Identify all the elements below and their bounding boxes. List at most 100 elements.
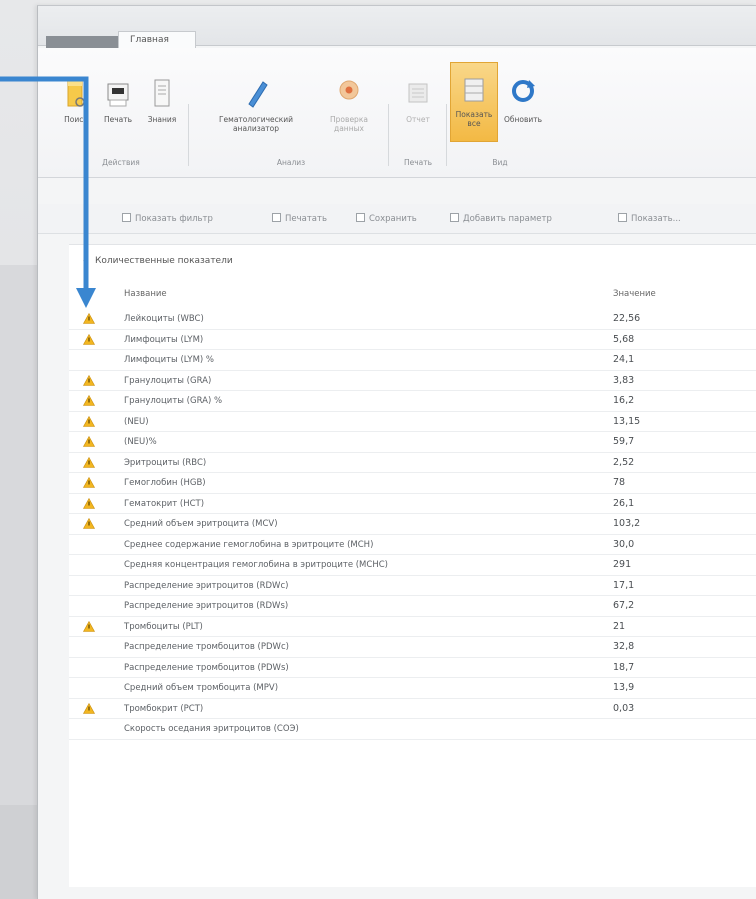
ribbon-separator xyxy=(188,104,189,166)
show-all-button[interactable]: Показать все xyxy=(450,62,498,142)
row-name: Эритроциты (RBC) xyxy=(124,457,207,468)
search-button[interactable]: Поиск xyxy=(56,76,96,125)
print-grid-label: Печатать xyxy=(285,214,327,224)
table-row[interactable]: Распределение тромбоцитов (PDWs) 18,7 xyxy=(69,658,756,678)
table-row[interactable]: Гранулоциты (GRA) % 16,2 xyxy=(69,391,756,412)
table-row[interactable]: Среднее содержание гемоглобина в эритроц… xyxy=(69,535,756,555)
warning-icon xyxy=(83,456,95,468)
hematology-analyzer-button[interactable]: Гематологический анализатор xyxy=(196,76,316,133)
print-grid-button[interactable]: Печатать xyxy=(272,213,327,224)
row-value: 13,9 xyxy=(613,682,635,693)
section-title: Количественные показатели xyxy=(95,256,233,266)
application-menu-tab[interactable] xyxy=(46,36,118,48)
row-value: 18,7 xyxy=(613,661,635,673)
warning-icon xyxy=(83,313,95,324)
table-row[interactable]: Лимфоциты (LYM) % 24,1 xyxy=(69,350,756,371)
save-label: Сохранить xyxy=(369,214,417,224)
table-row[interactable]: Тромбокрит (PCT) 0,03 xyxy=(69,699,756,719)
collapse-caret-icon[interactable]: ◂ xyxy=(83,256,87,265)
table-row[interactable]: (NEU) 13,15 xyxy=(69,412,756,432)
ribbon-tab-bar: Главная xyxy=(38,6,756,49)
column-header-value[interactable]: Значение xyxy=(613,289,656,299)
ribbon-separator xyxy=(388,104,389,166)
table-row[interactable]: Эритроциты (RBC) 2,52 xyxy=(69,453,756,473)
table-row[interactable]: Распределение эритроцитов (RDWc) 17,1 xyxy=(69,576,756,596)
warning-icon xyxy=(83,620,95,632)
folder-icon xyxy=(65,76,87,112)
report-button[interactable]: Отчет xyxy=(394,76,442,125)
warning-icon xyxy=(83,436,95,447)
row-value: 78 xyxy=(613,477,626,488)
check-data-icon xyxy=(335,76,363,112)
table-row[interactable]: Гематокрит (HCT) 26,1 xyxy=(69,494,756,514)
show-all-button-label: Показать все xyxy=(455,110,493,128)
row-name: Распределение тромбоцитов (PDWc) xyxy=(124,642,289,652)
refresh-button[interactable]: Обновить xyxy=(500,76,546,125)
table-row[interactable]: Распределение эритроцитов (RDWs) 67,2 xyxy=(69,596,756,617)
row-value: 2,52 xyxy=(613,456,635,468)
row-name: Распределение эритроцитов (RDWs) xyxy=(124,601,289,611)
table-row[interactable]: Гемоглобин (HGB) 78 xyxy=(69,473,756,494)
table-row[interactable]: (NEU)% 59,7 xyxy=(69,432,756,453)
table-row[interactable]: Скорость оседания эритроцитов (СОЭ) xyxy=(69,719,756,740)
warning-icon xyxy=(83,518,95,529)
table-row[interactable]: Гранулоциты (GRA) 3,83 xyxy=(69,371,756,391)
print-icon xyxy=(272,213,281,222)
warning-icon xyxy=(83,415,95,427)
group-label-view: Вид xyxy=(492,158,508,167)
row-value: 291 xyxy=(613,559,632,570)
section-header[interactable]: ◂ Количественные показатели xyxy=(69,245,756,275)
add-parameter-label: Добавить параметр xyxy=(463,214,552,224)
table-row[interactable]: Тромбоциты (PLT) 21 xyxy=(69,617,756,637)
table-row[interactable]: Распределение тромбоцитов (PDWc) 32,8 xyxy=(69,637,756,658)
warning-icon xyxy=(83,702,95,714)
row-value: 24,1 xyxy=(613,354,635,365)
row-name: Гранулоциты (GRA) xyxy=(124,375,212,386)
row-name: Гематокрит (HCT) xyxy=(124,498,205,509)
row-name: Средняя концентрация гемоглобина в эритр… xyxy=(124,560,388,570)
print-button-label: Печать xyxy=(103,115,133,124)
row-name: Распределение эритроцитов (RDWc) xyxy=(124,580,289,591)
filter-icon xyxy=(122,213,131,222)
row-name: Среднее содержание гемоглобина в эритроц… xyxy=(124,539,374,550)
check-data-button[interactable]: Проверка данных xyxy=(316,76,382,133)
row-name: Лейкоциты (WBC) xyxy=(124,314,204,324)
refresh-icon xyxy=(509,76,537,112)
show-filter-label: Показать фильтр xyxy=(135,214,213,224)
table-row[interactable]: Средний объем эритроцита (MCV) 103,2 xyxy=(69,514,756,535)
table-row[interactable]: Лейкоциты (WBC) 22,56 xyxy=(69,309,756,330)
save-button[interactable]: Сохранить xyxy=(356,213,417,224)
table-row[interactable]: Средняя концентрация гемоглобина в эритр… xyxy=(69,555,756,576)
knowledge-button[interactable]: Знания xyxy=(142,76,182,125)
show-more-label: Показать... xyxy=(631,214,681,224)
print-button[interactable]: Печать xyxy=(98,76,138,125)
row-value: 26,1 xyxy=(613,497,635,509)
row-name: Средний объем эритроцита (MCV) xyxy=(124,519,278,529)
column-header-name[interactable]: Название xyxy=(124,289,167,299)
row-name: Распределение тромбоцитов (PDWs) xyxy=(124,662,289,673)
search-button-label: Поиск xyxy=(64,115,88,124)
ribbon-separator xyxy=(446,104,447,166)
refresh-button-label: Обновить xyxy=(503,115,543,124)
row-value: 0,03 xyxy=(613,702,635,714)
row-value: 17,1 xyxy=(613,579,635,591)
table-row[interactable]: Средний объем тромбоцита (MPV) 13,9 xyxy=(69,678,756,699)
test-tube-icon xyxy=(241,76,271,112)
warning-icon xyxy=(83,497,95,509)
tab-home[interactable]: Главная xyxy=(118,31,196,49)
grid-toolbar: Показать фильтр Печатать Сохранить Добав… xyxy=(38,204,756,234)
grid-rows: Лейкоциты (WBC) 22,56 Лимфоциты (LYM) 5,68 Л… xyxy=(69,309,756,740)
report-button-label: Отчет xyxy=(406,115,430,124)
printer-icon xyxy=(104,76,132,112)
row-name: Гранулоциты (GRA) % xyxy=(124,396,223,406)
row-name: Скорость оседания эритроцитов (СОЭ) xyxy=(124,724,299,734)
row-value: 5,68 xyxy=(613,333,635,345)
table-row[interactable]: Лимфоциты (LYM) 5,68 xyxy=(69,330,756,350)
show-filter-button[interactable]: Показать фильтр xyxy=(122,213,213,224)
save-icon xyxy=(356,213,365,222)
add-parameter-button[interactable]: Добавить параметр xyxy=(450,213,552,224)
show-more-button[interactable]: Показать... xyxy=(618,213,681,224)
view-icon xyxy=(618,213,627,222)
row-value: 3,83 xyxy=(613,374,635,386)
warning-icon xyxy=(83,477,95,488)
